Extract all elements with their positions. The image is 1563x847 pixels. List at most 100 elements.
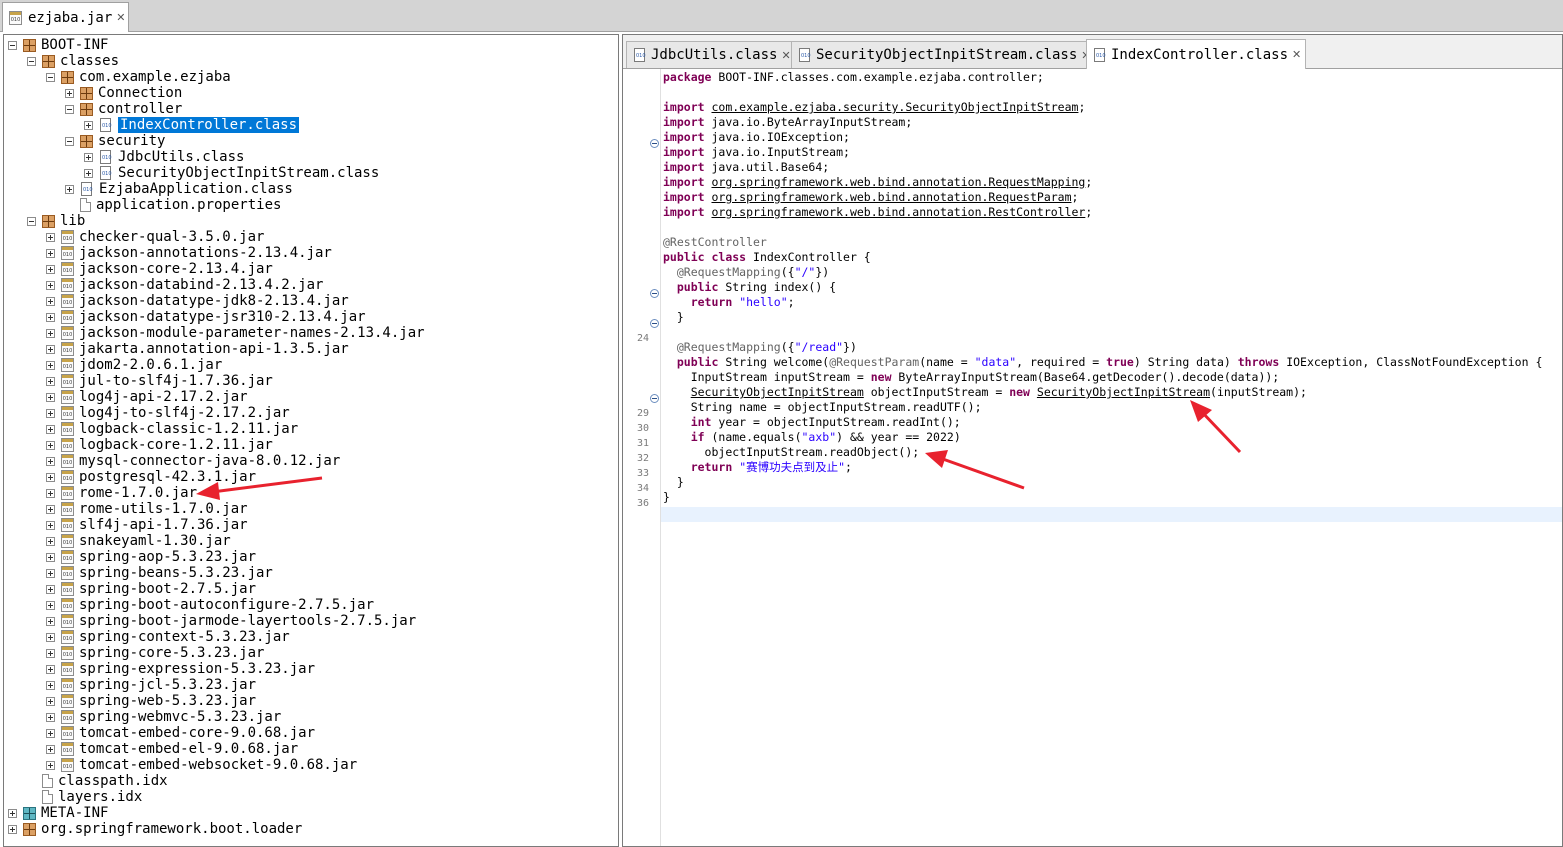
expand-icon[interactable] (46, 344, 55, 354)
tree-node-jar[interactable]: 010 mysql-connector-java-8.0.12.jar (46, 453, 340, 469)
tree-node-jar[interactable]: 010 log4j-api-2.17.2.jar (46, 389, 248, 405)
tree-node-jar[interactable]: 010 snakeyaml-1.30.jar (46, 533, 231, 549)
tree-node-jar[interactable]: 010 spring-beans-5.3.23.jar (46, 565, 273, 581)
tab-ezjaba-jar[interactable]: 010 ezjaba.jar ✕ (2, 2, 129, 32)
expand-icon[interactable] (46, 664, 55, 674)
expand-icon[interactable] (46, 232, 55, 242)
tree-node-app-properties[interactable]: application.properties (65, 197, 281, 213)
tree-node-connection[interactable]: Connection (65, 85, 182, 101)
expand-icon[interactable] (46, 424, 55, 434)
tree-node-jar[interactable]: 010 jakarta.annotation-api-1.3.5.jar (46, 341, 349, 357)
tree-node-jdbc-utils[interactable]: 010 JdbcUtils.class (84, 149, 244, 165)
expand-icon[interactable] (46, 520, 55, 530)
expand-icon[interactable] (46, 712, 55, 722)
tree-node-classes[interactable]: classes (27, 53, 119, 69)
expand-icon[interactable] (46, 632, 55, 642)
tree-node-layers-idx[interactable]: layers.idx (27, 789, 142, 805)
tree-node-jar[interactable]: 010 log4j-to-slf4j-2.17.2.jar (46, 405, 290, 421)
collapse-icon[interactable] (65, 104, 74, 114)
expand-icon[interactable] (46, 696, 55, 706)
tree-node-security-stream[interactable]: 010 SecurityObjectInpitStream.class (84, 165, 379, 181)
tree-node-jar[interactable]: 010 logback-core-1.2.11.jar (46, 437, 273, 453)
expand-icon[interactable] (65, 184, 74, 194)
code-text-area[interactable]: package BOOT-INF.classes.com.example.ezj… (663, 69, 1562, 846)
expand-icon[interactable] (46, 264, 55, 274)
tree-node-jar[interactable]: 010 jul-to-slf4j-1.7.36.jar (46, 373, 273, 389)
collapse-icon[interactable] (46, 72, 55, 82)
tree-node-jar[interactable]: 010 postgresql-42.3.1.jar (46, 469, 256, 485)
expand-icon[interactable] (46, 552, 55, 562)
tree-node-jar[interactable]: 010 spring-jcl-5.3.23.jar (46, 677, 256, 693)
code-editor-panel[interactable]: 010 JdbcUtils.class ✕ 010 SecurityObject… (622, 34, 1563, 847)
expand-icon[interactable] (46, 488, 55, 498)
jar-tree-panel[interactable]: BOOT-INF classes com.example.ezjaba Connect… (3, 34, 619, 847)
tree-node-jar[interactable]: 010 jackson-datatype-jsr310-2.13.4.jar (46, 309, 366, 325)
tree-node-jar[interactable]: 010 logback-classic-1.2.11.jar (46, 421, 298, 437)
tree-node-jar[interactable]: 010 spring-core-5.3.23.jar (46, 645, 264, 661)
tree-node-jar[interactable]: 010 rome-1.7.0.jar (46, 485, 197, 501)
expand-icon[interactable] (46, 408, 55, 418)
expand-icon[interactable] (46, 360, 55, 370)
expand-icon[interactable] (46, 584, 55, 594)
tree-node-jar[interactable]: 010 jackson-core-2.13.4.jar (46, 261, 273, 277)
tab-jdbcutils[interactable]: 010 JdbcUtils.class ✕ (626, 41, 796, 68)
collapse-icon[interactable] (27, 56, 36, 66)
collapse-icon[interactable] (65, 136, 74, 146)
expand-icon[interactable] (46, 440, 55, 450)
tree-node-jar[interactable]: 010 tomcat-embed-el-9.0.68.jar (46, 741, 298, 757)
expand-icon[interactable] (8, 808, 17, 818)
collapse-icon[interactable] (8, 40, 17, 50)
tree-node-loader[interactable]: org.springframework.boot.loader (8, 821, 302, 837)
expand-icon[interactable] (46, 680, 55, 690)
expand-icon[interactable] (46, 568, 55, 578)
fold-toggle-icon[interactable] (650, 319, 659, 328)
tree-node-jar[interactable]: 010 checker-qual-3.5.0.jar (46, 229, 264, 245)
expand-icon[interactable] (84, 168, 93, 178)
close-icon[interactable]: ✕ (116, 11, 125, 24)
tree-node-security[interactable]: security (65, 133, 165, 149)
expand-icon[interactable] (46, 536, 55, 546)
tree-node-jar[interactable]: 010 spring-webmvc-5.3.23.jar (46, 709, 281, 725)
fold-toggle-icon[interactable] (650, 394, 659, 403)
tree-node-app-class[interactable]: 010 EzjabaApplication.class (65, 181, 293, 197)
tree-node-boot-inf[interactable]: BOOT-INF (8, 37, 108, 53)
expand-icon[interactable] (46, 248, 55, 258)
expand-icon[interactable] (8, 824, 17, 834)
expand-icon[interactable] (84, 120, 93, 130)
tree-node-jar[interactable]: 010 jackson-module-parameter-names-2.13.4… (46, 325, 425, 341)
tree-node-jar[interactable]: 010 spring-boot-autoconfigure-2.7.5.jar (46, 597, 374, 613)
tree-node-package-root[interactable]: com.example.ezjaba (46, 69, 231, 85)
expand-icon[interactable] (46, 376, 55, 386)
tree-node-jar[interactable]: 010 spring-web-5.3.23.jar (46, 693, 256, 709)
expand-icon[interactable] (46, 312, 55, 322)
expand-icon[interactable] (46, 760, 55, 770)
close-icon[interactable]: ✕ (1292, 48, 1301, 61)
expand-icon[interactable] (46, 280, 55, 290)
tree-node-meta-inf[interactable]: META-INF (8, 805, 108, 821)
expand-icon[interactable] (46, 472, 55, 482)
tree-node-jar[interactable]: 010 spring-context-5.3.23.jar (46, 629, 290, 645)
expand-icon[interactable] (46, 728, 55, 738)
tree-node-lib[interactable]: lib (27, 213, 85, 229)
expand-icon[interactable] (84, 152, 93, 162)
expand-icon[interactable] (46, 456, 55, 466)
expand-icon[interactable] (46, 648, 55, 658)
expand-icon[interactable] (46, 600, 55, 610)
tree-node-controller[interactable]: controller (65, 101, 182, 117)
expand-icon[interactable] (46, 392, 55, 402)
tree-node-jar[interactable]: 010 jdom2-2.0.6.1.jar (46, 357, 222, 373)
collapse-icon[interactable] (27, 216, 36, 226)
tree-node-index-controller[interactable]: 010 IndexController.class (84, 117, 300, 133)
tab-indexcontroller[interactable]: 010 IndexController.class ✕ (1086, 39, 1307, 69)
tree-node-jar[interactable]: 010 tomcat-embed-websocket-9.0.68.jar (46, 757, 357, 773)
expand-icon[interactable] (65, 88, 74, 98)
tree-node-jar[interactable]: 010 spring-expression-5.3.23.jar (46, 661, 315, 677)
fold-toggle-icon[interactable] (650, 289, 659, 298)
tree-node-jar[interactable]: 010 tomcat-embed-core-9.0.68.jar (46, 725, 315, 741)
expand-icon[interactable] (46, 504, 55, 514)
tab-securityobjectinpitstream[interactable]: 010 SecurityObjectInpitStream.class ✕ (791, 41, 1096, 68)
tree-node-jar[interactable]: 010 slf4j-api-1.7.36.jar (46, 517, 248, 533)
tree-node-jar[interactable]: 010 spring-boot-jarmode-layertools-2.7.5.… (46, 613, 416, 629)
expand-icon[interactable] (46, 744, 55, 754)
expand-icon[interactable] (46, 328, 55, 338)
